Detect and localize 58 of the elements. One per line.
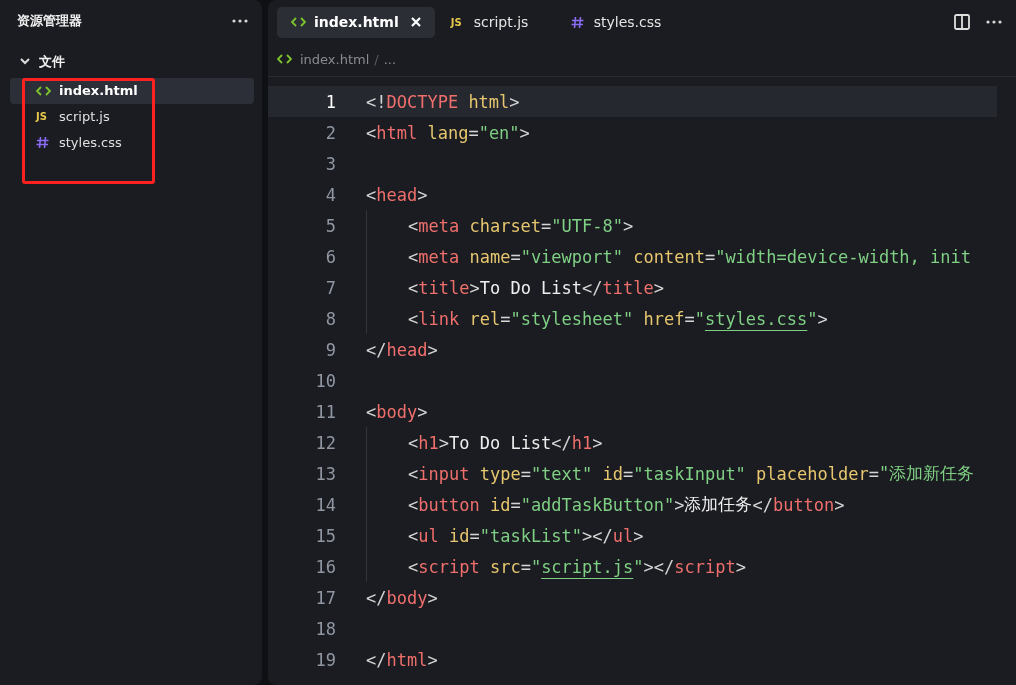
code-line: <ul id="taskList"></ul> xyxy=(366,520,644,551)
code-line: <meta charset="UTF-8"> xyxy=(366,210,634,241)
line-number: 17 xyxy=(314,587,336,608)
breadcrumb-item[interactable]: ... xyxy=(383,51,397,67)
breadcrumb-separator: / xyxy=(374,51,379,67)
line-number: 14 xyxy=(314,494,336,515)
chevron-icon xyxy=(20,58,30,65)
split-view-icon[interactable] xyxy=(954,14,970,30)
hash-icon xyxy=(36,136,49,149)
code-line: <button id="addTaskButton">添加任务</button> xyxy=(366,489,845,520)
code-brackets-icon xyxy=(36,84,51,97)
line-number: 2 xyxy=(324,122,336,143)
file-item[interactable]: styles.css xyxy=(10,129,254,156)
line-number: 19 xyxy=(314,649,336,670)
js-icon: JS xyxy=(36,111,47,122)
code-line: <link rel="stylesheet" href="styles.css"> xyxy=(366,303,828,334)
line-number: 7 xyxy=(324,277,336,298)
line-number: 10 xyxy=(314,370,336,391)
line-number: 8 xyxy=(324,308,336,329)
code-line: <meta name="viewport" content="width=device-width, init xyxy=(366,241,971,272)
code-line: <head> xyxy=(366,183,428,207)
code-brackets-icon xyxy=(291,16,306,28)
more-icon[interactable] xyxy=(986,20,1002,24)
close-icon[interactable] xyxy=(410,17,421,27)
more-icon[interactable] xyxy=(232,19,248,23)
line-number: 1 xyxy=(324,91,336,112)
line-number: 15 xyxy=(314,525,336,546)
panel-title: 资源管理器 xyxy=(17,12,82,30)
editor-tab[interactable]: index.html xyxy=(277,6,435,38)
line-number: 5 xyxy=(324,215,336,236)
editor-tab[interactable]: JS script.js xyxy=(436,6,555,38)
code-line: </body> xyxy=(366,586,438,610)
line-number: 3 xyxy=(324,153,336,174)
code-line: <script src="script.js"></script> xyxy=(366,551,746,582)
line-number: 11 xyxy=(314,401,336,422)
code-line: </head> xyxy=(366,338,438,362)
line-number: 18 xyxy=(314,618,336,639)
hash-icon xyxy=(570,15,584,29)
code-line: <!DOCTYPE html> xyxy=(366,90,520,114)
js-icon: JS xyxy=(450,16,462,28)
section-header[interactable]: 文件 xyxy=(20,52,65,71)
code-line: <h1>To Do List</h1> xyxy=(366,427,603,458)
line-number: 6 xyxy=(324,246,336,267)
code-line: <input type="text" id="taskInput" placeholder="添加新任务 xyxy=(366,458,975,489)
code-line: <body> xyxy=(366,400,428,424)
line-number: 12 xyxy=(314,432,336,453)
code-line: <title>To Do List</title> xyxy=(366,272,664,303)
editor-tab[interactable]: styles.css xyxy=(556,6,676,38)
line-number: 4 xyxy=(324,184,336,205)
code-line: </html> xyxy=(366,648,438,672)
code-line: <html lang="en"> xyxy=(366,121,530,145)
line-number: 9 xyxy=(324,339,336,360)
file-item[interactable]: index.html xyxy=(10,77,254,104)
line-number: 16 xyxy=(314,556,336,577)
code-brackets-icon xyxy=(277,53,292,65)
breadcrumb-item[interactable]: index.html xyxy=(300,51,370,67)
line-number: 13 xyxy=(314,463,336,484)
file-item[interactable]: JS script.js xyxy=(10,103,254,130)
